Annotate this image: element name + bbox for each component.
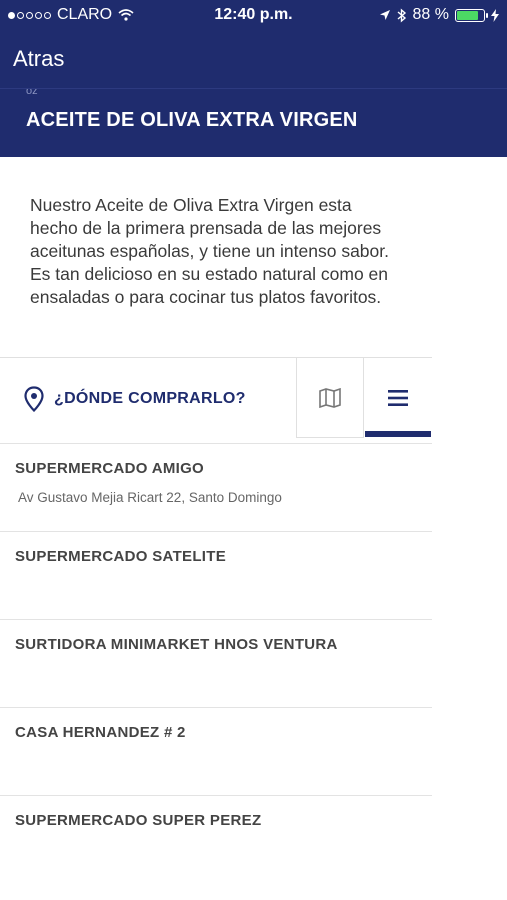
status-bar: CLARO 12:40 p.m. 88 % bbox=[0, 0, 507, 32]
store-list: SUPERMERCADO AMIGO Av Gustavo Mejia Rica… bbox=[0, 443, 432, 883]
product-description: Nuestro Aceite de Oliva Extra Virgen est… bbox=[30, 195, 389, 307]
back-button[interactable]: Atras bbox=[13, 46, 64, 72]
battery-icon bbox=[455, 8, 488, 22]
store-name: SUPERMERCADO SUPER PEREZ bbox=[15, 812, 262, 829]
nav-bar: Atras bbox=[0, 32, 507, 88]
bluetooth-icon bbox=[397, 7, 406, 23]
product-title: ACEITE DE OLIVA EXTRA VIRGEN bbox=[26, 109, 358, 131]
charging-icon bbox=[491, 8, 499, 22]
list-item[interactable]: CASA HERNANDEZ # 2 bbox=[0, 707, 432, 795]
scrolled-text: oz bbox=[26, 88, 38, 97]
list-item[interactable]: SURTIDORA MINIMARKET HNOS VENTURA bbox=[0, 619, 432, 707]
status-right: 88 % bbox=[379, 6, 499, 24]
store-name: SUPERMERCADO AMIGO bbox=[15, 460, 205, 477]
list-item[interactable]: SUPERMERCADO SATELITE bbox=[0, 531, 432, 619]
active-tab-indicator bbox=[365, 431, 431, 437]
map-view-tab[interactable] bbox=[296, 358, 364, 438]
where-to-buy-heading: ¿DÓNDE COMPRARLO? bbox=[24, 386, 246, 412]
list-item[interactable]: SUPERMERCADO AMIGO Av Gustavo Mejia Rica… bbox=[0, 443, 432, 531]
where-to-buy-label: ¿DÓNDE COMPRARLO? bbox=[54, 390, 246, 407]
store-address: Av Gustavo Mejia Ricart 22, Santo Doming… bbox=[18, 490, 282, 505]
map-icon bbox=[319, 387, 341, 408]
battery-percent: 88 % bbox=[412, 6, 449, 23]
location-arrow-icon bbox=[379, 10, 390, 20]
store-name: SURTIDORA MINIMARKET HNOS VENTURA bbox=[15, 636, 338, 653]
product-header: oz ACEITE DE OLIVA EXTRA VIRGEN bbox=[0, 88, 507, 157]
list-view-tab[interactable] bbox=[365, 358, 431, 438]
store-name: SUPERMERCADO SATELITE bbox=[15, 548, 227, 565]
list-item[interactable]: SUPERMERCADO SUPER PEREZ bbox=[0, 795, 432, 883]
where-to-buy-bar: ¿DÓNDE COMPRARLO? bbox=[0, 357, 432, 438]
list-icon bbox=[388, 390, 408, 406]
store-name: CASA HERNANDEZ # 2 bbox=[15, 724, 186, 741]
location-pin-icon bbox=[24, 386, 44, 412]
